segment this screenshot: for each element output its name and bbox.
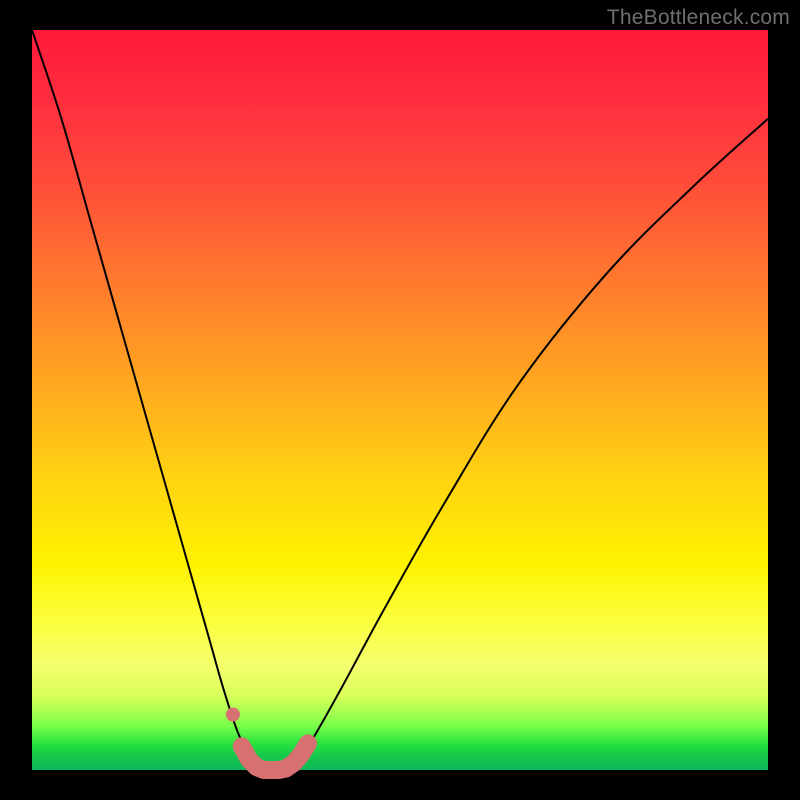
watermark-text: TheBottleneck.com <box>607 6 790 30</box>
curve-layer <box>32 30 768 770</box>
plot-area <box>32 30 768 770</box>
bottleneck-curve <box>32 30 768 771</box>
highlight-dot <box>226 708 240 722</box>
highlight-markers <box>226 708 308 771</box>
highlight-band-path <box>242 743 308 770</box>
chart-frame: TheBottleneck.com <box>0 0 800 800</box>
bottleneck-curve-path <box>32 30 768 771</box>
